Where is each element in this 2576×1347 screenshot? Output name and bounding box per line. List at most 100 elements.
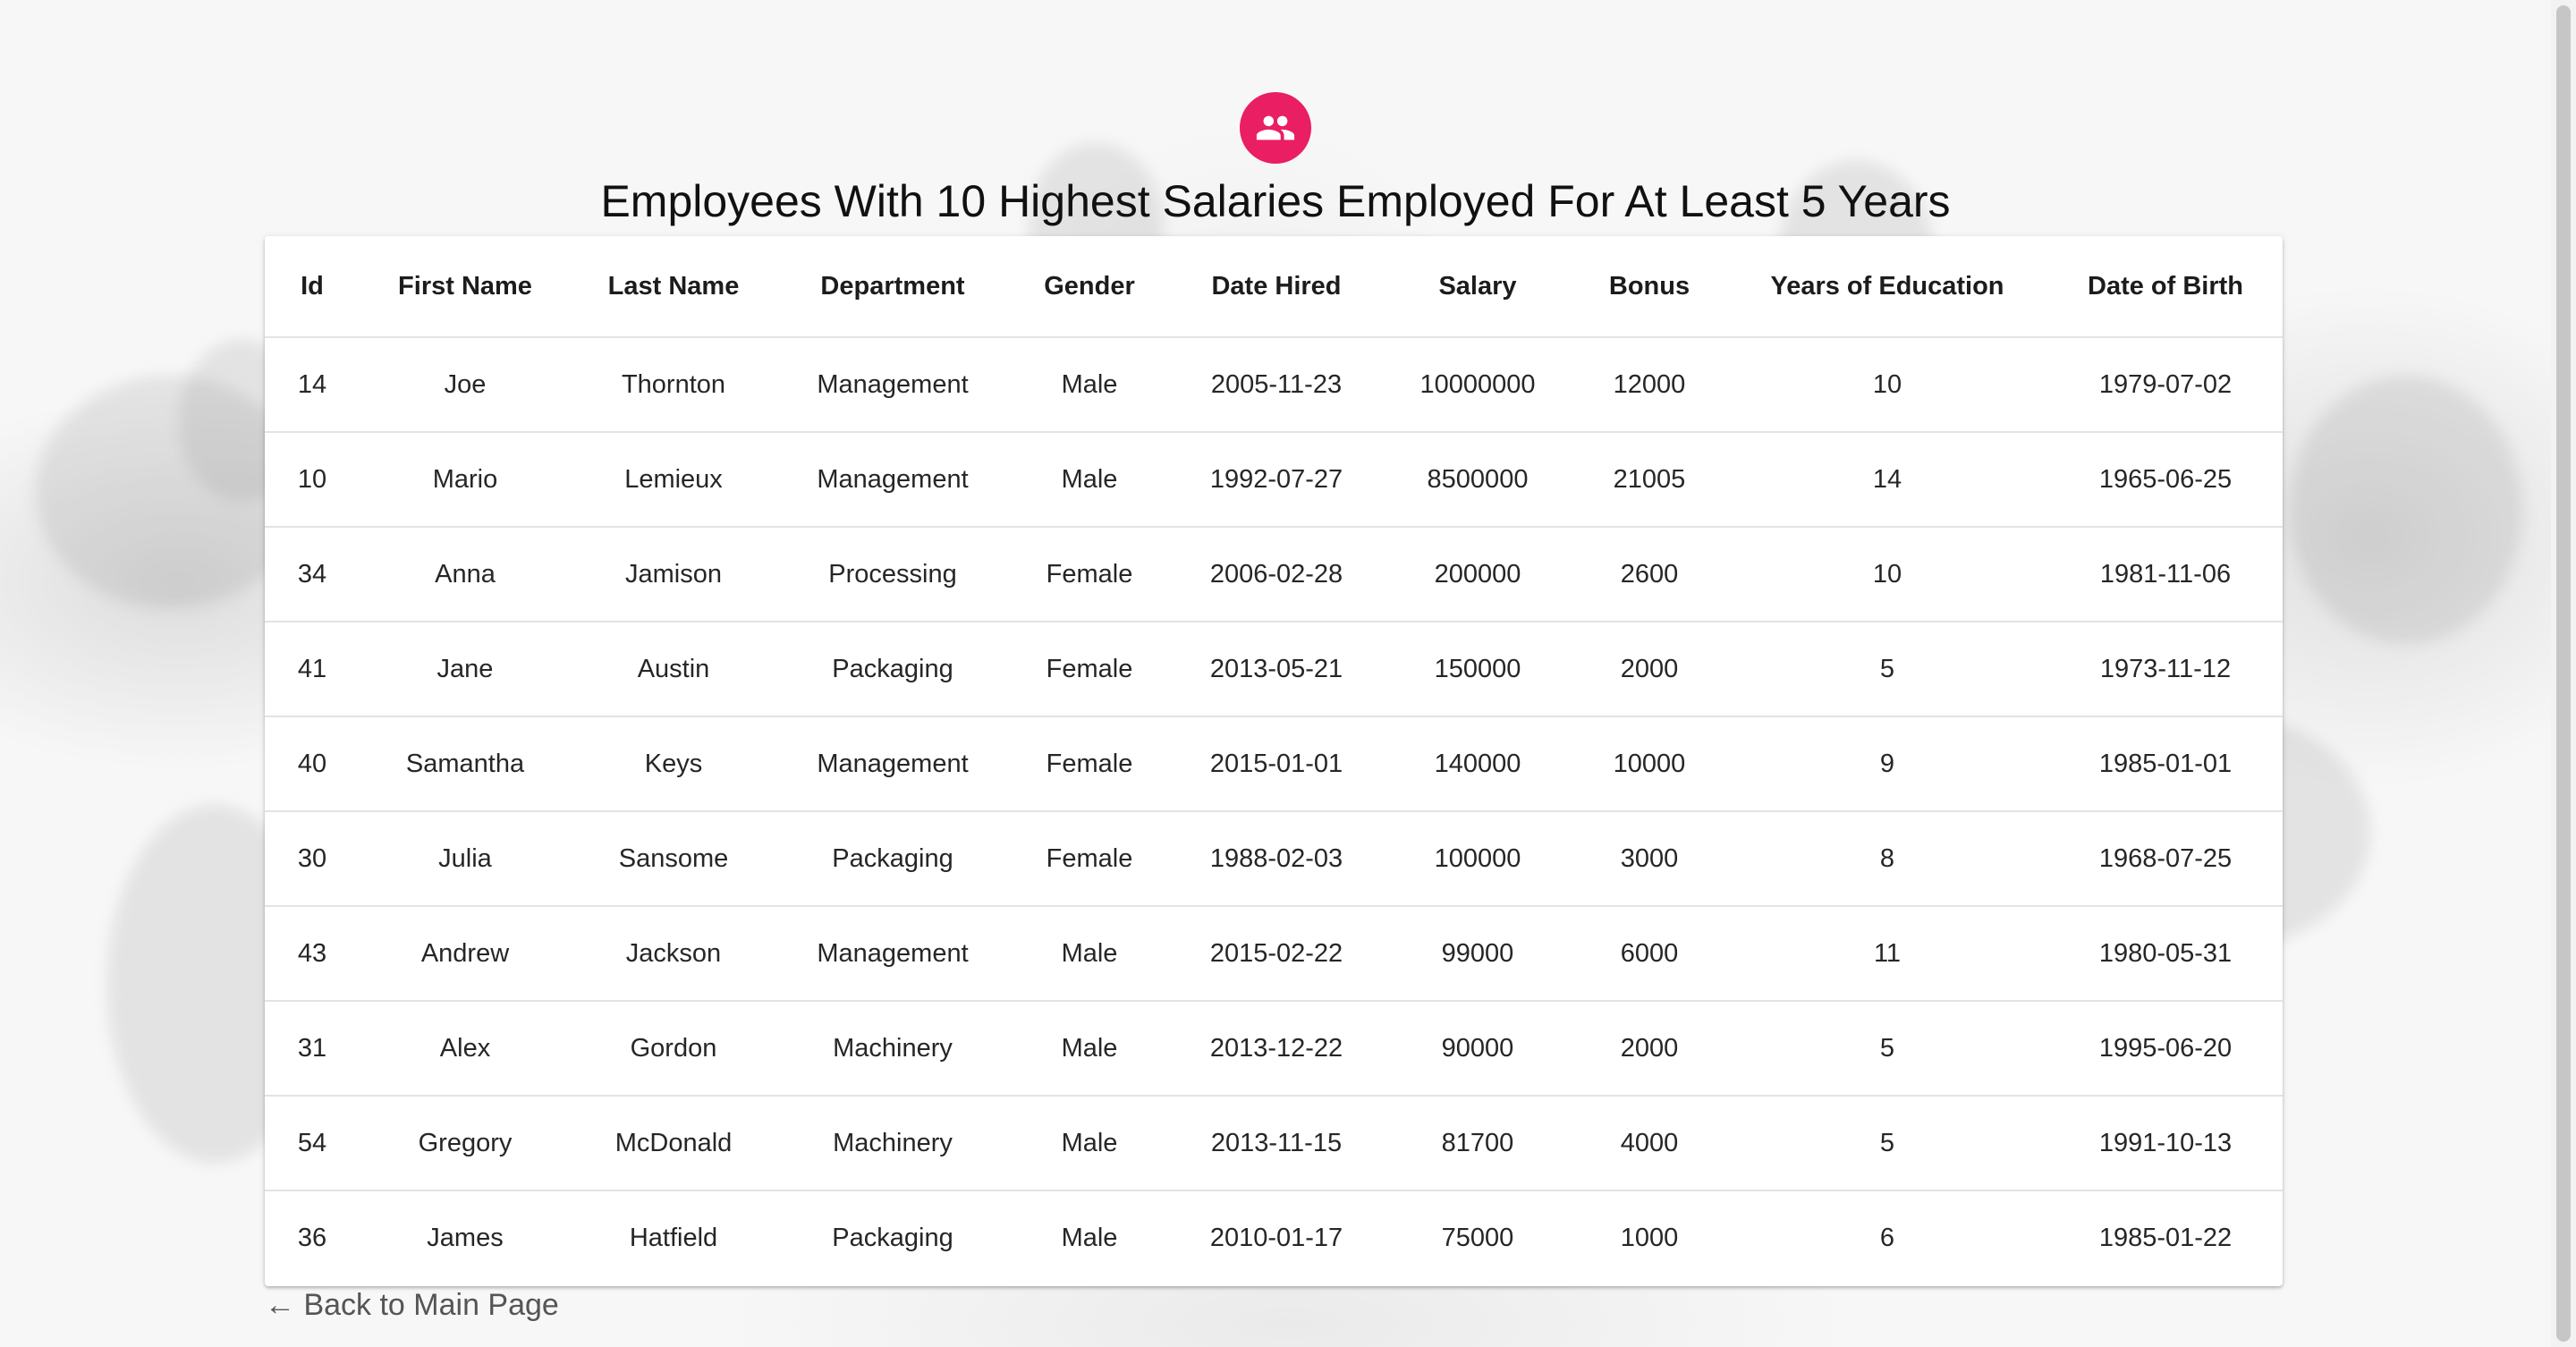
cell-first-name: James xyxy=(427,1223,504,1252)
table-row: 43 Andrew Jackson Management Male 2015-02-22 9… xyxy=(265,906,2283,1002)
cell-date-of-birth: 1968-07-25 xyxy=(2048,811,2283,907)
header-department: Department xyxy=(776,236,1009,338)
cell-salary: 10000000 xyxy=(1383,337,1572,433)
cell-department: Management xyxy=(776,906,1009,1002)
cell-department: Machinery xyxy=(776,1096,1009,1191)
cell-date-of-birth: 1981-11-06 xyxy=(2048,527,2283,623)
people-icon xyxy=(1240,92,1311,164)
cell-years-of-education: 6 xyxy=(1879,1223,1895,1252)
table-row: 36 James Hatfield Packaging Male 2010-01-17 75… xyxy=(265,1190,2283,1284)
cell-gender: Female xyxy=(1009,527,1170,623)
cell-first-name: Gregory xyxy=(360,1096,571,1191)
cell-id: 36 xyxy=(297,1223,327,1252)
cell-date-hired: 2005-11-23 xyxy=(1170,337,1383,433)
cell-bonus: 4000 xyxy=(1572,1096,1726,1191)
table-row: 40 Samantha Keys Management Female 2015-01-01… xyxy=(265,716,2283,812)
table-row: 14 Joe Thornton Management Male 2005-11-23 100… xyxy=(265,337,2283,433)
cell-id: 40 xyxy=(265,716,360,812)
cell-last-name: Keys xyxy=(571,716,776,812)
cell-date-hired: 2006-02-28 xyxy=(1170,527,1383,623)
cell-department: Management xyxy=(776,432,1009,528)
cell-last-name: Lemieux xyxy=(571,432,776,528)
vertical-scrollbar[interactable] xyxy=(2551,0,2576,1347)
cell-first-name: Anna xyxy=(360,527,571,623)
cell-salary: 140000 xyxy=(1383,716,1572,812)
cell-department: Packaging xyxy=(776,622,1009,717)
cell-id: 30 xyxy=(265,811,360,907)
back-to-main-page-link[interactable]: ← Back to Main Page xyxy=(265,1288,559,1323)
table-body: 14 Joe Thornton Management Male 2005-11-23 100… xyxy=(265,337,2283,1284)
cell-salary: 150000 xyxy=(1383,622,1572,717)
cell-first-name: Julia xyxy=(360,811,571,907)
cell-first-name: Jane xyxy=(360,622,571,717)
header-gender: Gender xyxy=(1009,236,1170,338)
cell-bonus: 2000 xyxy=(1572,622,1726,717)
cell-last-name: McDonald xyxy=(571,1096,776,1191)
cell-bonus: 10000 xyxy=(1572,716,1726,812)
header-last-name: Last Name xyxy=(571,236,776,338)
cell-last-name: Jackson xyxy=(571,906,776,1002)
cell-last-name: Austin xyxy=(571,622,776,717)
cell-years-of-education: 8 xyxy=(1726,811,2048,907)
cell-id: 54 xyxy=(265,1096,360,1191)
cell-salary: 200000 xyxy=(1383,527,1572,623)
cell-date-hired: 2013-05-21 xyxy=(1170,622,1383,717)
cell-years-of-education: 5 xyxy=(1726,1096,2048,1191)
cell-department: Packaging xyxy=(832,1223,953,1252)
cell-date-of-birth: 1979-07-02 xyxy=(2048,337,2283,433)
header-first-name: First Name xyxy=(360,236,571,338)
cell-bonus: 12000 xyxy=(1572,337,1726,433)
cell-gender: Male xyxy=(1061,1223,1118,1252)
cell-salary: 8500000 xyxy=(1383,432,1572,528)
cell-date-hired: 2015-01-01 xyxy=(1170,716,1383,812)
cell-id: 43 xyxy=(265,906,360,1002)
cell-department: Management xyxy=(776,337,1009,433)
cell-date-of-birth: 1980-05-31 xyxy=(2048,906,2283,1002)
table-row: 30 Julia Sansome Packaging Female 1988-02-03 1… xyxy=(265,811,2283,907)
cell-salary: 99000 xyxy=(1383,906,1572,1002)
cell-years-of-education: 14 xyxy=(1726,432,2048,528)
cell-gender: Female xyxy=(1009,716,1170,812)
cell-years-of-education: 9 xyxy=(1726,716,2048,812)
cell-date-hired: 1988-02-03 xyxy=(1170,811,1383,907)
cell-last-name: Sansome xyxy=(571,811,776,907)
cell-date-of-birth: 1985-01-22 xyxy=(2098,1223,2233,1252)
cell-department: Machinery xyxy=(776,1001,1009,1097)
cell-date-hired: 2013-11-15 xyxy=(1170,1096,1383,1191)
cell-salary: 81700 xyxy=(1383,1096,1572,1191)
cell-last-name: Jamison xyxy=(571,527,776,623)
cell-department: Packaging xyxy=(776,811,1009,907)
header-salary: Salary xyxy=(1383,236,1572,338)
cell-id: 41 xyxy=(265,622,360,717)
cell-years-of-education: 5 xyxy=(1726,1001,2048,1097)
cell-bonus: 6000 xyxy=(1572,906,1726,1002)
cell-date-of-birth: 1991-10-13 xyxy=(2048,1096,2283,1191)
table-row: 54 Gregory McDonald Machinery Male 2013-11-15… xyxy=(265,1096,2283,1191)
table-row: 31 Alex Gordon Machinery Male 2013-12-22 90000… xyxy=(265,1001,2283,1097)
cell-gender: Female xyxy=(1009,811,1170,907)
cell-department: Management xyxy=(776,716,1009,812)
cell-last-name: Hatfield xyxy=(629,1223,718,1252)
cell-date-hired: 1992-07-27 xyxy=(1170,432,1383,528)
cell-id: 31 xyxy=(265,1001,360,1097)
cell-first-name: Alex xyxy=(360,1001,571,1097)
cell-gender: Male xyxy=(1009,1096,1170,1191)
cell-date-hired: 2013-12-22 xyxy=(1170,1001,1383,1097)
header-date-of-birth: Date of Birth xyxy=(2048,236,2283,338)
cell-date-of-birth: 1965-06-25 xyxy=(2048,432,2283,528)
cell-years-of-education: 10 xyxy=(1726,337,2048,433)
cell-date-of-birth: 1995-06-20 xyxy=(2048,1001,2283,1097)
cell-last-name: Gordon xyxy=(571,1001,776,1097)
cell-date-hired: 2010-01-17 xyxy=(1209,1223,1343,1252)
cell-years-of-education: 10 xyxy=(1726,527,2048,623)
cell-gender: Female xyxy=(1009,622,1170,717)
cell-department: Processing xyxy=(776,527,1009,623)
cell-years-of-education: 11 xyxy=(1726,906,2048,1002)
employees-table: Id First Name Last Name Department Gende… xyxy=(265,236,2283,1284)
cell-gender: Male xyxy=(1009,1001,1170,1097)
scrollbar-thumb[interactable] xyxy=(2556,5,2571,1342)
header-years-of-education: Years of Education xyxy=(1726,236,2048,338)
employees-table-card: Id First Name Last Name Department Gende… xyxy=(265,236,2283,1286)
cell-id: 10 xyxy=(265,432,360,528)
cell-bonus: 2000 xyxy=(1572,1001,1726,1097)
